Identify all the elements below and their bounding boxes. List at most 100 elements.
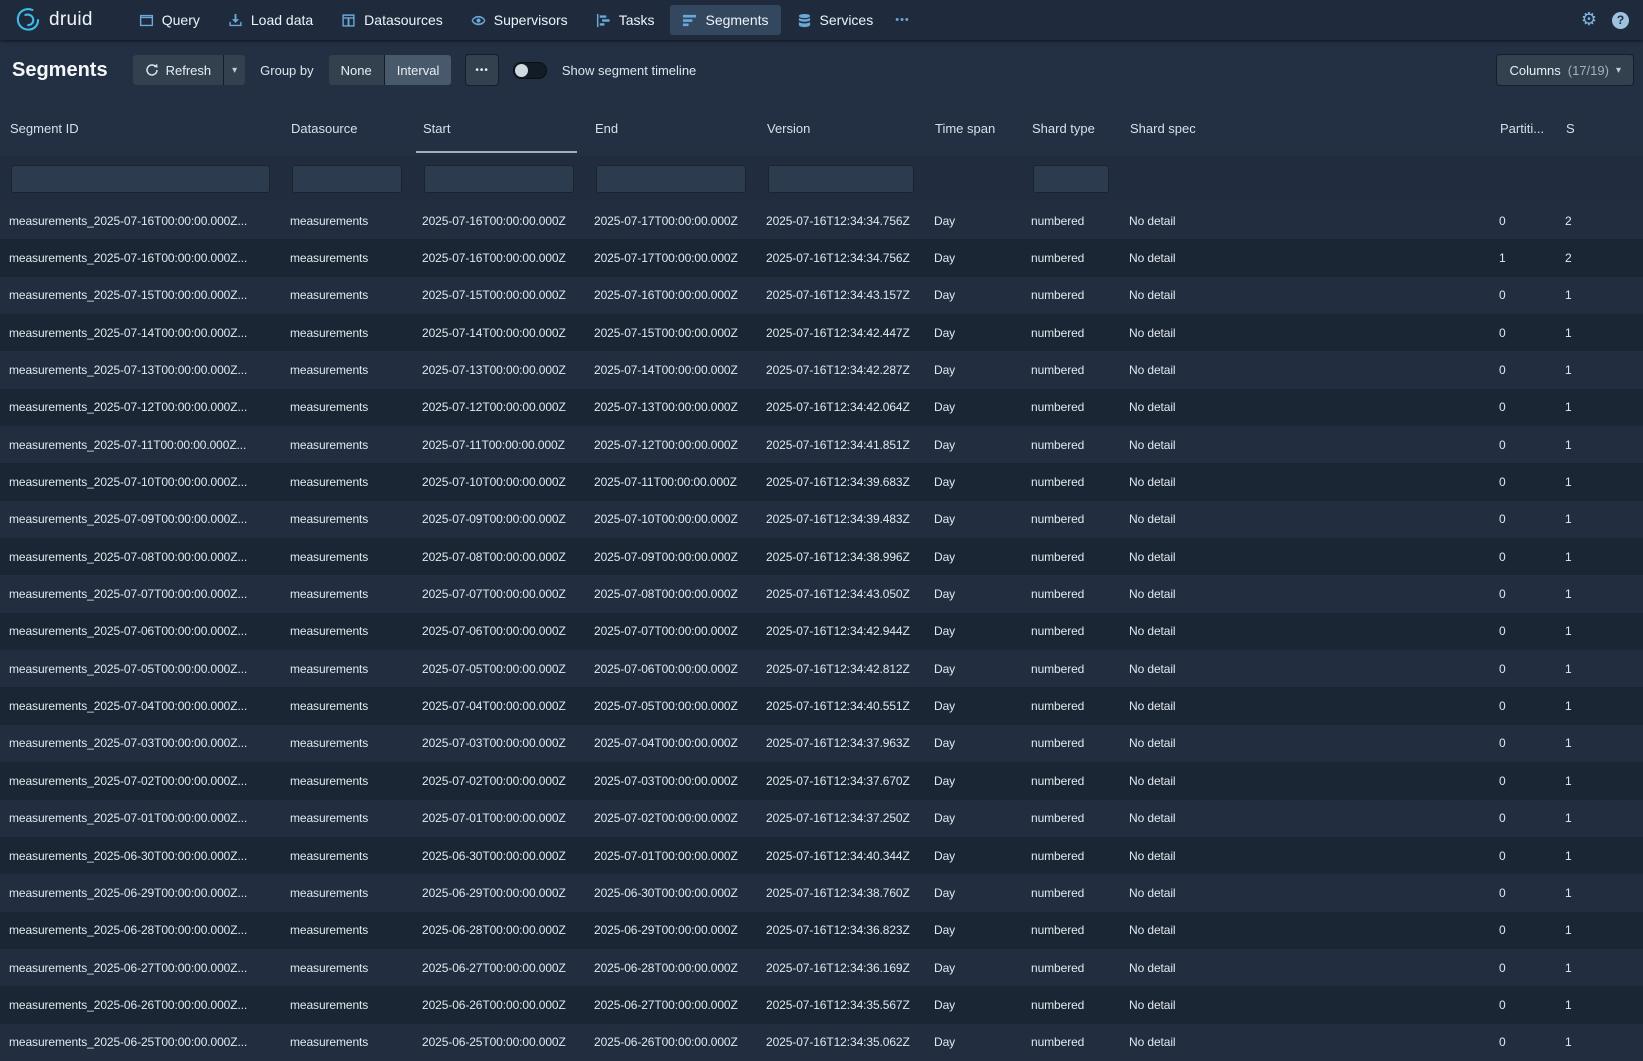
cell-shard_spec[interactable]: No detail <box>1120 1035 1490 1049</box>
cell-datasource[interactable]: measurements <box>281 550 413 564</box>
cell-partition[interactable]: 0 <box>1490 550 1556 564</box>
cell-end[interactable]: 2025-07-11T00:00:00.000Z <box>585 475 757 489</box>
cell-start[interactable]: 2025-07-12T00:00:00.000Z <box>413 400 585 414</box>
cell-version[interactable]: 2025-07-16T12:34:41.851Z <box>757 438 925 452</box>
cell-datasource[interactable]: measurements <box>281 774 413 788</box>
cell-size[interactable]: 1 <box>1556 288 1643 302</box>
cell-end[interactable]: 2025-06-29T00:00:00.000Z <box>585 923 757 937</box>
cell-partition[interactable]: 0 <box>1490 923 1556 937</box>
cell-datasource[interactable]: measurements <box>281 363 413 377</box>
cell-segment_id[interactable]: measurements_2025-07-02T00:00:00.000Z... <box>0 774 281 788</box>
cell-time_span[interactable]: Day <box>925 923 1022 937</box>
cell-datasource[interactable]: measurements <box>281 326 413 340</box>
cell-shard_spec[interactable]: No detail <box>1120 400 1490 414</box>
cell-partition[interactable]: 0 <box>1490 587 1556 601</box>
cell-time_span[interactable]: Day <box>925 587 1022 601</box>
cell-time_span[interactable]: Day <box>925 886 1022 900</box>
druid-brand[interactable]: druid <box>14 6 93 34</box>
cell-datasource[interactable]: measurements <box>281 288 413 302</box>
cell-start[interactable]: 2025-07-16T00:00:00.000Z <box>413 214 585 228</box>
cell-end[interactable]: 2025-07-04T00:00:00.000Z <box>585 736 757 750</box>
cell-size[interactable]: 1 <box>1556 624 1643 638</box>
cell-shard_type[interactable]: numbered <box>1022 550 1120 564</box>
cell-size[interactable]: 2 <box>1556 251 1643 265</box>
cell-segment_id[interactable]: measurements_2025-06-28T00:00:00.000Z... <box>0 923 281 937</box>
cell-segment_id[interactable]: measurements_2025-07-16T00:00:00.000Z... <box>0 214 281 228</box>
cell-version[interactable]: 2025-07-16T12:34:42.447Z <box>757 326 925 340</box>
cell-shard_spec[interactable]: No detail <box>1120 288 1490 302</box>
cell-shard_spec[interactable]: No detail <box>1120 849 1490 863</box>
cell-time_span[interactable]: Day <box>925 326 1022 340</box>
cell-end[interactable]: 2025-07-17T00:00:00.000Z <box>585 214 757 228</box>
cell-time_span[interactable]: Day <box>925 512 1022 526</box>
cell-start[interactable]: 2025-07-15T00:00:00.000Z <box>413 288 585 302</box>
cell-end[interactable]: 2025-06-30T00:00:00.000Z <box>585 886 757 900</box>
cell-segment_id[interactable]: measurements_2025-07-16T00:00:00.000Z... <box>0 251 281 265</box>
cell-segment_id[interactable]: measurements_2025-07-13T00:00:00.000Z... <box>0 363 281 377</box>
cell-start[interactable]: 2025-07-14T00:00:00.000Z <box>413 326 585 340</box>
cell-version[interactable]: 2025-07-16T12:34:42.287Z <box>757 363 925 377</box>
cell-shard_spec[interactable]: No detail <box>1120 363 1490 377</box>
filter-input-segment_id[interactable] <box>11 165 270 193</box>
cell-segment_id[interactable]: measurements_2025-07-07T00:00:00.000Z... <box>0 587 281 601</box>
cell-end[interactable]: 2025-07-14T00:00:00.000Z <box>585 363 757 377</box>
cell-datasource[interactable]: measurements <box>281 961 413 975</box>
cell-shard_type[interactable]: numbered <box>1022 587 1120 601</box>
cell-end[interactable]: 2025-07-13T00:00:00.000Z <box>585 400 757 414</box>
cell-segment_id[interactable]: measurements_2025-06-26T00:00:00.000Z... <box>0 998 281 1012</box>
cell-version[interactable]: 2025-07-16T12:34:42.812Z <box>757 662 925 676</box>
cell-version[interactable]: 2025-07-16T12:34:37.250Z <box>757 811 925 825</box>
cell-datasource[interactable]: measurements <box>281 251 413 265</box>
column-header-segment_id[interactable]: Segment ID <box>0 100 281 156</box>
cell-time_span[interactable]: Day <box>925 400 1022 414</box>
cell-time_span[interactable]: Day <box>925 475 1022 489</box>
cell-end[interactable]: 2025-07-06T00:00:00.000Z <box>585 662 757 676</box>
cell-version[interactable]: 2025-07-16T12:34:42.064Z <box>757 400 925 414</box>
cell-shard_type[interactable]: numbered <box>1022 886 1120 900</box>
cell-partition[interactable]: 0 <box>1490 512 1556 526</box>
cell-shard_spec[interactable]: No detail <box>1120 214 1490 228</box>
refresh-button[interactable]: Refresh <box>133 55 224 85</box>
cell-shard_type[interactable]: numbered <box>1022 774 1120 788</box>
cell-start[interactable]: 2025-06-27T00:00:00.000Z <box>413 961 585 975</box>
cell-end[interactable]: 2025-07-17T00:00:00.000Z <box>585 251 757 265</box>
cell-time_span[interactable]: Day <box>925 624 1022 638</box>
nav-item-segments[interactable]: Segments <box>670 5 780 35</box>
cell-segment_id[interactable]: measurements_2025-07-01T00:00:00.000Z... <box>0 811 281 825</box>
cell-shard_type[interactable]: numbered <box>1022 475 1120 489</box>
column-header-partition[interactable]: Partiti... <box>1490 100 1556 156</box>
cell-size[interactable]: 1 <box>1556 998 1643 1012</box>
cell-version[interactable]: 2025-07-16T12:34:35.062Z <box>757 1035 925 1049</box>
cell-segment_id[interactable]: measurements_2025-07-09T00:00:00.000Z... <box>0 512 281 526</box>
column-header-datasource[interactable]: Datasource <box>281 100 413 156</box>
cell-shard_spec[interactable]: No detail <box>1120 923 1490 937</box>
cell-partition[interactable]: 0 <box>1490 998 1556 1012</box>
cell-shard_type[interactable]: numbered <box>1022 400 1120 414</box>
cell-start[interactable]: 2025-07-01T00:00:00.000Z <box>413 811 585 825</box>
cell-version[interactable]: 2025-07-16T12:34:40.344Z <box>757 849 925 863</box>
cell-segment_id[interactable]: measurements_2025-06-30T00:00:00.000Z... <box>0 849 281 863</box>
cell-datasource[interactable]: measurements <box>281 1035 413 1049</box>
cell-shard_type[interactable]: numbered <box>1022 288 1120 302</box>
cell-time_span[interactable]: Day <box>925 214 1022 228</box>
cell-segment_id[interactable]: measurements_2025-07-06T00:00:00.000Z... <box>0 624 281 638</box>
cell-end[interactable]: 2025-07-16T00:00:00.000Z <box>585 288 757 302</box>
column-header-end[interactable]: End <box>585 100 757 156</box>
cell-shard_type[interactable]: numbered <box>1022 1035 1120 1049</box>
column-header-shard_type[interactable]: Shard type <box>1022 100 1120 156</box>
cell-version[interactable]: 2025-07-16T12:34:36.169Z <box>757 961 925 975</box>
cell-time_span[interactable]: Day <box>925 1035 1022 1049</box>
cell-size[interactable]: 1 <box>1556 400 1643 414</box>
cell-partition[interactable]: 0 <box>1490 662 1556 676</box>
cell-datasource[interactable]: measurements <box>281 587 413 601</box>
column-header-time_span[interactable]: Time span <box>925 100 1022 156</box>
cell-time_span[interactable]: Day <box>925 251 1022 265</box>
cell-size[interactable]: 1 <box>1556 886 1643 900</box>
cell-size[interactable]: 1 <box>1556 662 1643 676</box>
cell-start[interactable]: 2025-06-28T00:00:00.000Z <box>413 923 585 937</box>
cell-shard_type[interactable]: numbered <box>1022 251 1120 265</box>
column-header-shard_spec[interactable]: Shard spec <box>1120 100 1490 156</box>
cell-version[interactable]: 2025-07-16T12:34:42.944Z <box>757 624 925 638</box>
cell-end[interactable]: 2025-07-03T00:00:00.000Z <box>585 774 757 788</box>
cell-shard_type[interactable]: numbered <box>1022 662 1120 676</box>
